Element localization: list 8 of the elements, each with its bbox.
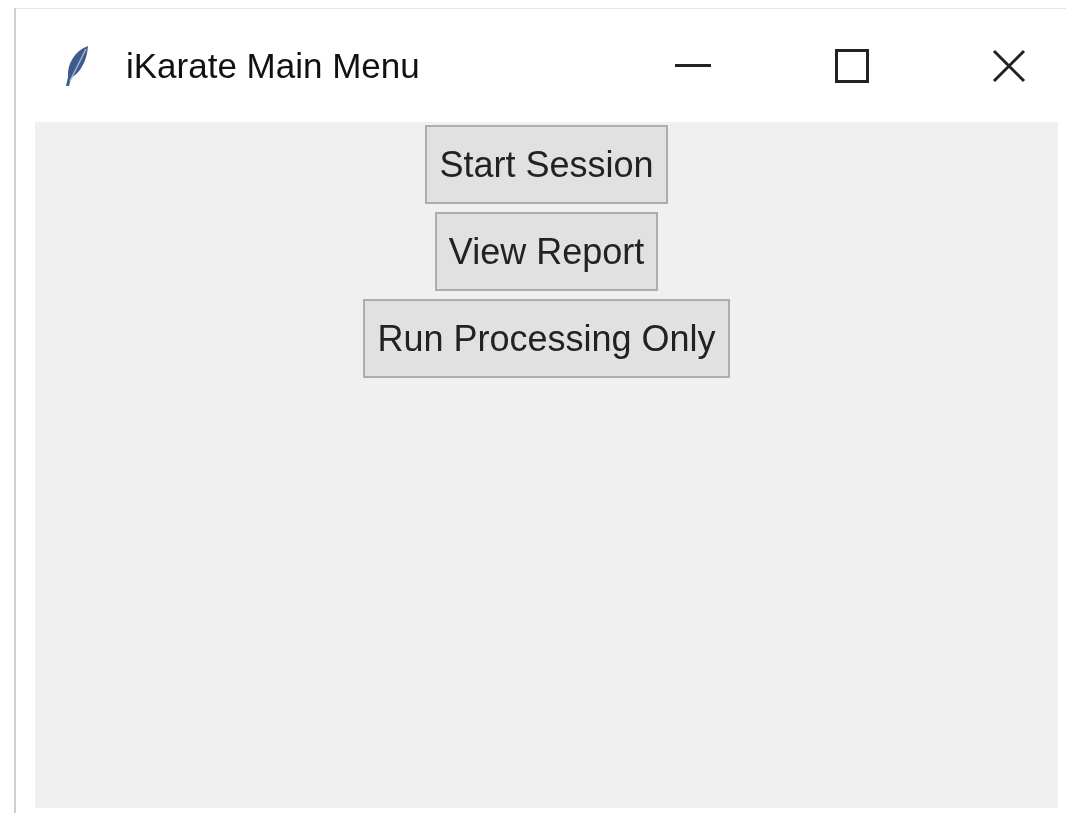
maximize-icon[interactable] bbox=[835, 48, 869, 83]
window-title: iKarate Main Menu bbox=[126, 45, 420, 86]
menu-button[interactable]: Start Session bbox=[425, 125, 668, 204]
feather-icon bbox=[64, 44, 90, 87]
close-icon[interactable] bbox=[992, 48, 1026, 83]
minimize-icon[interactable] bbox=[675, 63, 711, 68]
menu-button[interactable]: Run Processing Only bbox=[363, 299, 730, 378]
menu-button[interactable]: View Report bbox=[434, 212, 659, 291]
